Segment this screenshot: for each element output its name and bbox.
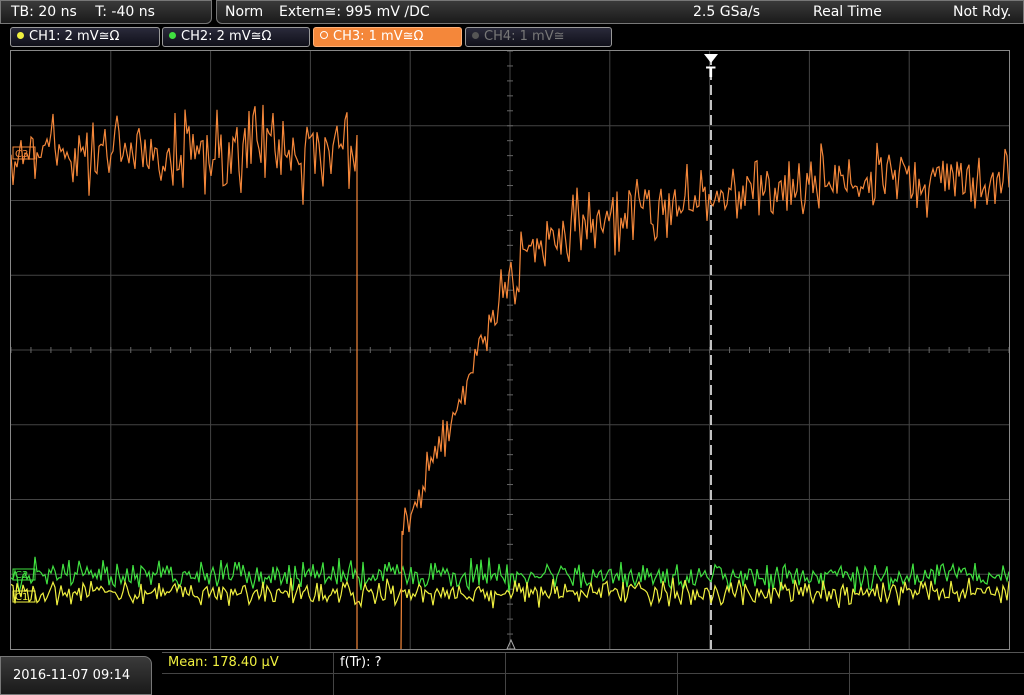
trigger-arrow-icon xyxy=(704,54,718,63)
channel-bar: CH1: 2 mV≅Ω CH2: 2 mV≅Ω CH3: 1 mV≅Ω CH4:… xyxy=(0,27,1024,49)
graticule xyxy=(11,51,1009,649)
channel-1-label: CH1: 2 mV≅Ω xyxy=(29,29,120,44)
top-bar: TB: 20 ns T: -40 ns Norm Extern≅: 995 mV… xyxy=(0,0,1024,25)
trigger-source-label: Extern≅: 995 mV ∕DC xyxy=(279,4,430,20)
channel-4-button[interactable]: CH4: 1 mV≅ xyxy=(465,27,612,47)
measurement-6-cell[interactable] xyxy=(162,674,334,695)
measurement-1-value: Mean: 178.40 µV xyxy=(168,655,279,670)
channel-1-marker-label: C1 xyxy=(15,592,28,603)
measurement-2-value: f(Tr): ? xyxy=(340,655,382,670)
channel-2-button[interactable]: CH2: 2 mV≅Ω xyxy=(162,27,310,47)
measurement-2-cell[interactable]: f(Tr): ? xyxy=(334,653,506,674)
measurement-9-cell[interactable] xyxy=(678,674,850,695)
bottom-bar: 2016-11-07 09:14 Mean: 178.40 µV f(Tr): … xyxy=(0,652,1024,695)
measurement-8-cell[interactable] xyxy=(506,674,678,695)
measurement-panel[interactable]: Mean: 178.40 µV f(Tr): ? xyxy=(162,652,1024,695)
measurement-1-cell[interactable]: Mean: 178.40 µV xyxy=(162,653,334,674)
ground-marker-icon xyxy=(506,638,516,649)
measurement-10-cell[interactable] xyxy=(850,674,1024,695)
channel-2-marker[interactable]: C2 xyxy=(12,568,36,581)
datetime-label: 2016-11-07 09:14 xyxy=(13,668,131,683)
channel-4-dot-icon xyxy=(472,32,479,39)
measurement-5-cell[interactable] xyxy=(850,653,1024,674)
trigger-marker[interactable]: T xyxy=(704,54,718,649)
acquisition-mode-label: Real Time xyxy=(813,4,882,20)
channel-2-label: CH2: 2 mV≅Ω xyxy=(181,29,272,44)
channel-3-marker-label: C3 xyxy=(15,149,28,160)
channel-4-label: CH4: 1 mV≅ xyxy=(484,29,565,44)
channel-3-dot-icon xyxy=(320,31,328,39)
timebase-box[interactable]: TB: 20 ns T: -40 ns xyxy=(0,0,212,24)
measurement-7-cell[interactable] xyxy=(334,674,506,695)
channel-2-dot-icon xyxy=(169,32,176,39)
channel-2-marker-label: C2 xyxy=(15,570,28,581)
channel-3-marker[interactable]: C3 xyxy=(12,146,36,160)
timebase-label: TB: 20 ns xyxy=(11,4,77,20)
trigger-status-bar[interactable]: Norm Extern≅: 995 mV ∕DC 2.5 GSa/s Real … xyxy=(216,0,1024,24)
datetime-box[interactable]: 2016-11-07 09:14 xyxy=(0,656,152,695)
channel-1-button[interactable]: CH1: 2 mV≅Ω xyxy=(10,27,160,47)
trigger-mode-label: Norm xyxy=(225,4,264,20)
measurement-4-cell[interactable] xyxy=(678,653,850,674)
channel-3-label: CH3: 1 mV≅Ω xyxy=(333,29,424,44)
trigger-offset-label: T: -40 ns xyxy=(95,4,155,20)
channel-1-dot-icon xyxy=(17,32,24,39)
waveform-display[interactable]: T C3 C2 C1 xyxy=(10,50,1010,650)
channel-3-button[interactable]: CH3: 1 mV≅Ω xyxy=(313,27,462,47)
waveform-canvas: T C3 C2 C1 xyxy=(11,51,1009,649)
trigger-label: T xyxy=(706,65,716,81)
acquisition-status-label: Not Rdy. xyxy=(953,4,1012,20)
sample-rate-label: 2.5 GSa/s xyxy=(693,4,761,20)
measurement-3-cell[interactable] xyxy=(506,653,678,674)
